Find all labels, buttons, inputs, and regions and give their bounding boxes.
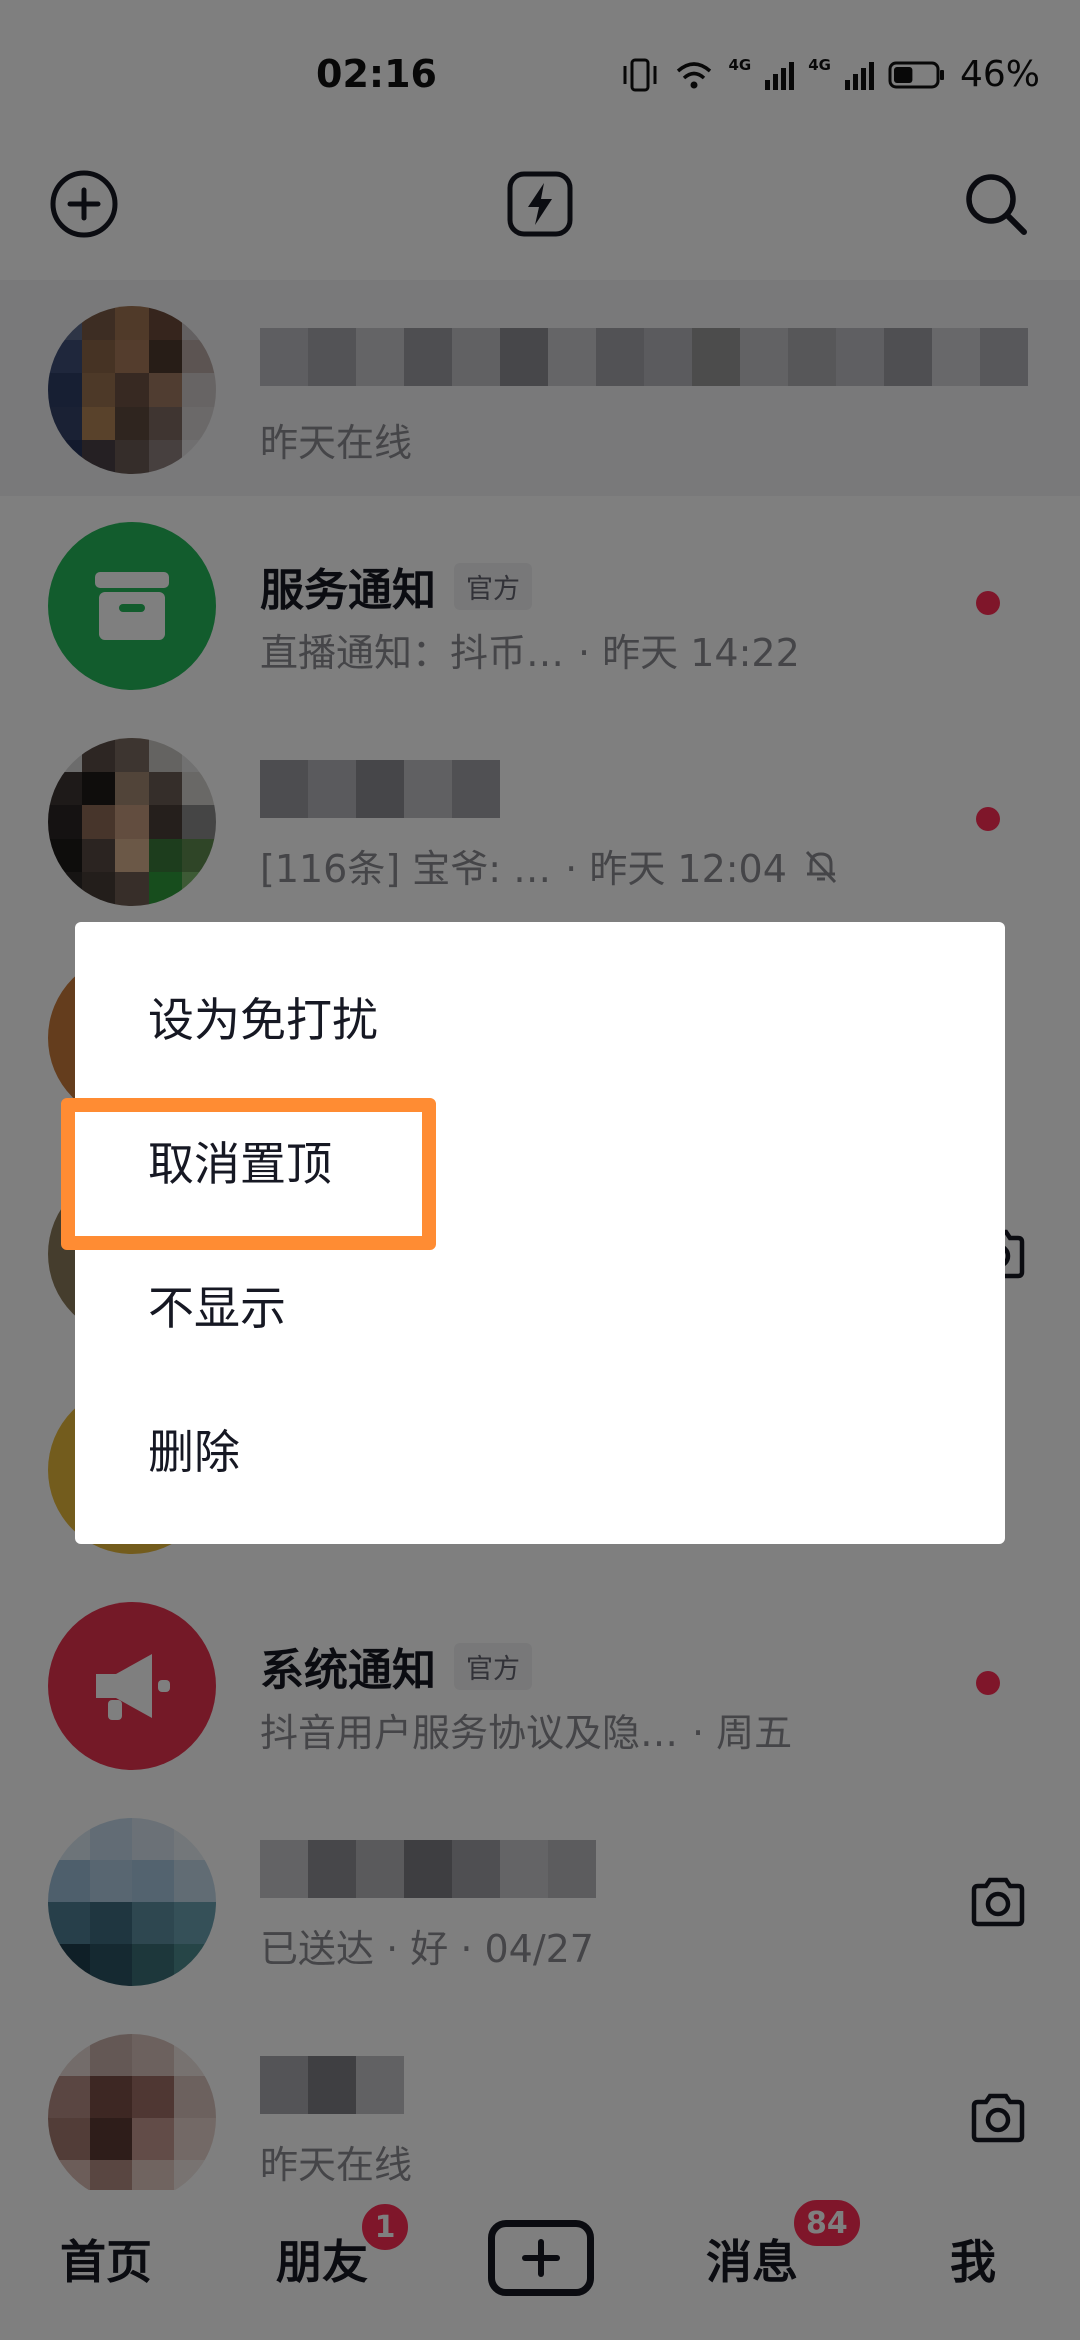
menu-item-mute[interactable]: 设为免打扰 — [75, 946, 1005, 1088]
messages-page: 02:16 4G 4G 46% — [0, 0, 1080, 2340]
menu-item-hide[interactable]: 不显示 — [75, 1234, 1005, 1376]
context-menu: 设为免打扰 取消置顶 不显示 删除 — [75, 922, 1005, 1544]
menu-item-unpin[interactable]: 取消置顶 — [75, 1090, 1005, 1232]
menu-item-delete[interactable]: 删除 — [75, 1378, 1005, 1520]
